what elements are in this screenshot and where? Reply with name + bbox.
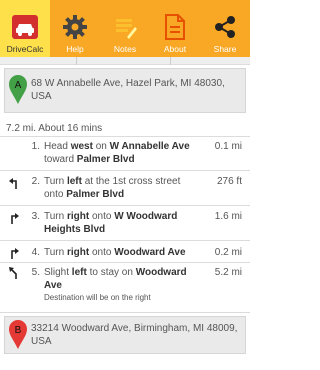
route-summary: 7.2 mi. About 16 mins [6, 123, 103, 134]
direction-step: 3. Turn right onto W Woodward Heights Bl… [0, 210, 250, 238]
document-icon [161, 13, 189, 41]
step-distance: 5.2 mi [214, 267, 242, 278]
direction-step: 4. Turn right onto Woodward Ave 0.2 mi [0, 246, 250, 260]
divider [0, 312, 250, 313]
notes-icon [111, 13, 139, 41]
direction-step: 1. Head west on W Annabelle Ave toward P… [0, 140, 250, 168]
pin-b-icon: B [9, 320, 27, 349]
direction-step: 5. Slight left to stay on Woodward Ave De… [0, 266, 250, 310]
step-text: Turn right onto W Woodward Heights Blvd [44, 211, 178, 235]
drivecalc-label: DriveCalc [6, 44, 44, 54]
pin-b-letter: B [15, 325, 22, 336]
destination-address: 33214 Woodward Ave, Birmingham, MI 48009… [31, 323, 238, 347]
pin-a-icon: A [9, 75, 27, 104]
step-text: Slight left to stay on Woodward Ave Desti… [44, 266, 200, 303]
notes-tab[interactable]: Notes [100, 0, 150, 57]
divider [0, 240, 250, 241]
step-text: Head west on W Annabelle Ave toward Palm… [44, 141, 190, 165]
share-tab[interactable]: Share [200, 0, 250, 57]
divider [0, 136, 250, 137]
divider [0, 170, 250, 171]
table-remnant [0, 57, 250, 65]
step-number: 4. [31, 247, 40, 258]
about-label: About [163, 44, 187, 54]
step-text: Turn right onto Woodward Ave [44, 247, 186, 258]
step-distance: 0.1 mi [214, 141, 242, 152]
direction-step: 2. Turn left at the 1st cross street ont… [0, 175, 250, 203]
help-tab[interactable]: Help [50, 0, 100, 57]
step-distance: 276 ft [216, 176, 242, 187]
share-icon [211, 13, 239, 41]
step-distance: 1.6 mi [214, 211, 242, 222]
step-number: 3. [31, 211, 40, 222]
about-tab[interactable]: About [150, 0, 200, 57]
car-icon [11, 13, 39, 41]
drivecalc-tab[interactable]: DriveCalc [0, 0, 50, 57]
origin-address: 68 W Annabelle Ave, Hazel Park, MI 48030… [31, 78, 225, 102]
divider [0, 262, 250, 263]
share-label: Share [213, 44, 237, 54]
top-toolbar: DriveCalc Help Notes About Share [0, 0, 250, 57]
gear-icon [61, 13, 89, 41]
divider [0, 205, 250, 206]
step-number: 5. [31, 267, 40, 278]
step-number: 2. [31, 176, 40, 187]
help-label: Help [66, 44, 84, 54]
origin-address-box: A 68 W Annabelle Ave, Hazel Park, MI 480… [4, 68, 246, 113]
step-note: Destination will be on the right [44, 293, 151, 302]
step-text: Turn left at the 1st cross street onto P… [44, 176, 181, 200]
step-number: 1. [31, 141, 40, 152]
notes-label: Notes [113, 44, 137, 54]
destination-address-box: B 33214 Woodward Ave, Birmingham, MI 480… [4, 316, 246, 354]
pin-a-letter: A [15, 80, 22, 91]
step-distance: 0.2 mi [214, 247, 242, 258]
